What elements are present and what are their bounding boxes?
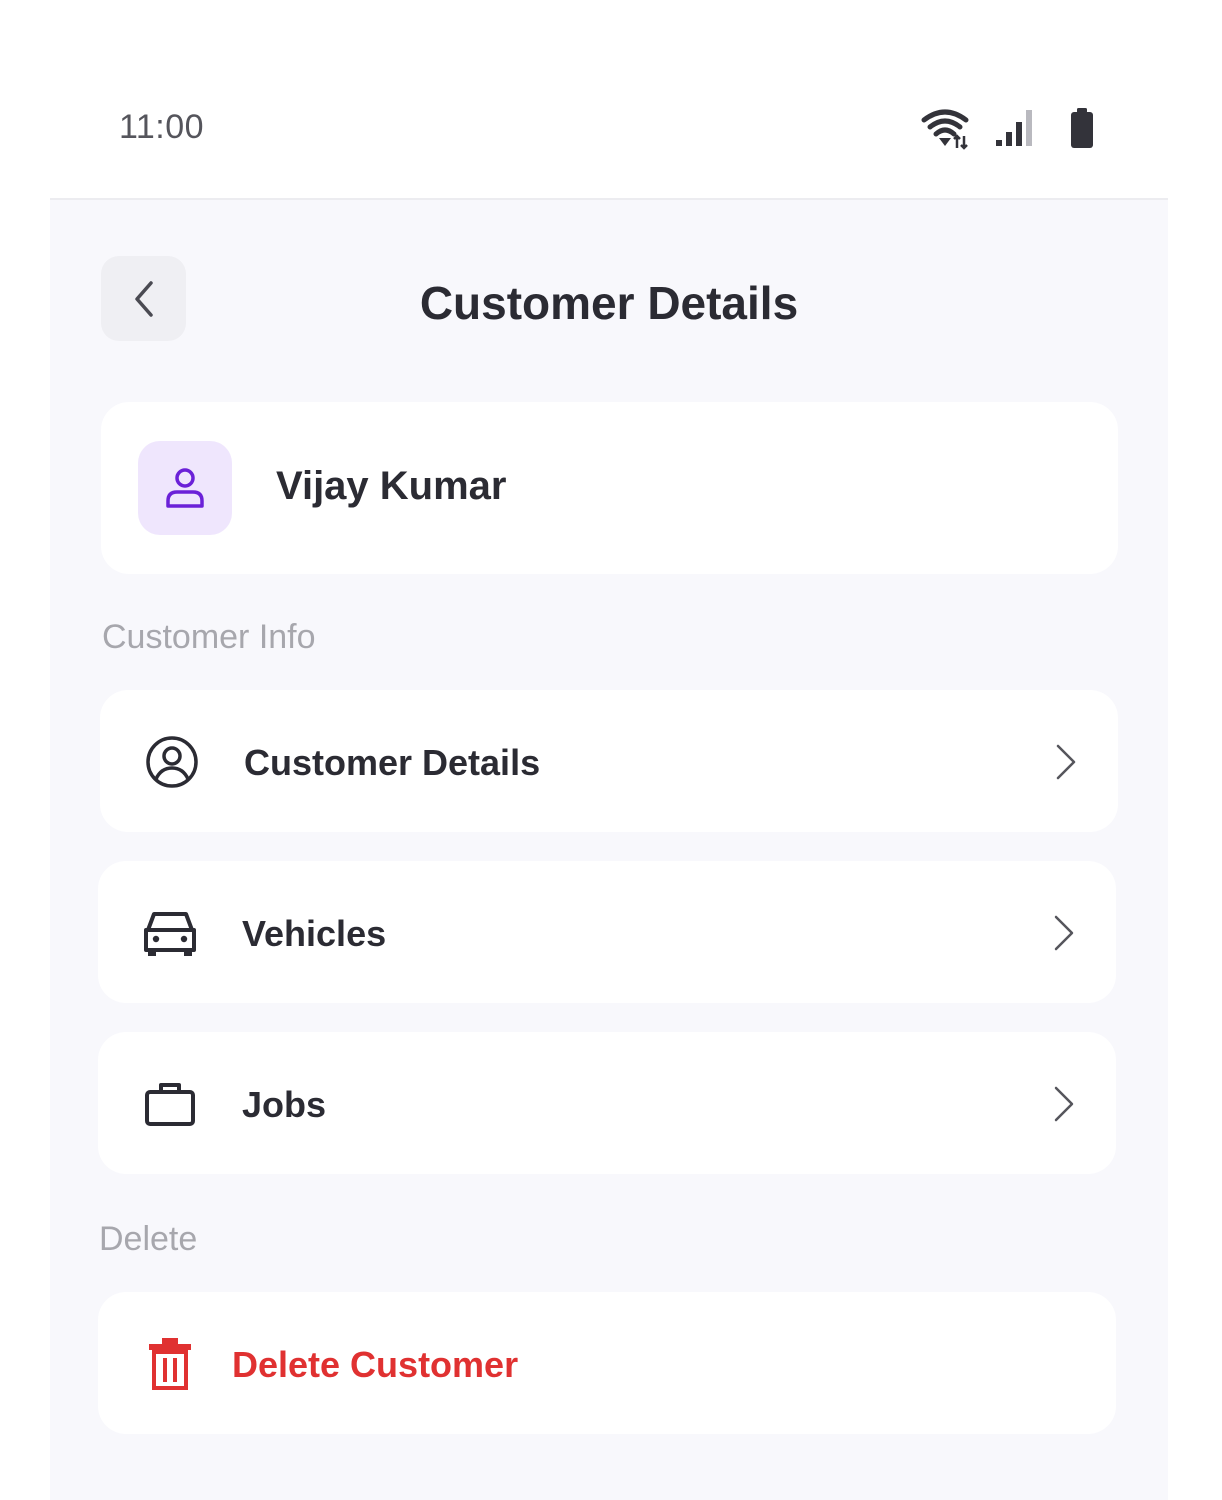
wifi-icon <box>921 109 969 150</box>
row-icon-wrapper <box>142 905 198 961</box>
menu-item-label: Customer Details <box>244 742 541 783</box>
section-label-delete: Delete <box>99 1220 198 1258</box>
trash-icon <box>149 1338 191 1390</box>
customer-details-screen: Customer Details Vijay Kumar Customer In… <box>50 198 1168 1500</box>
menu-item-jobs[interactable]: Jobs <box>98 1032 1116 1174</box>
row-icon-wrapper <box>142 1336 198 1392</box>
battery-icon <box>1071 108 1093 148</box>
user-circle-icon <box>146 736 198 788</box>
briefcase-icon <box>145 1083 195 1126</box>
menu-item-customer-details[interactable]: Customer Details <box>100 690 1118 832</box>
chevron-right-icon <box>1054 1086 1074 1122</box>
row-icon-wrapper <box>144 734 200 790</box>
profile-card: Vijay Kumar <box>101 402 1118 574</box>
signal-icon <box>996 110 1032 146</box>
delete-customer-label: Delete Customer <box>232 1344 519 1385</box>
avatar <box>138 441 232 535</box>
car-icon <box>144 912 196 956</box>
section-label-customer-info: Customer Info <box>102 618 316 656</box>
status-time: 11:00 <box>119 108 205 146</box>
chevron-right-icon <box>1054 915 1074 951</box>
row-icon-wrapper <box>142 1076 198 1132</box>
customer-name: Vijay Kumar <box>276 464 507 508</box>
user-icon <box>166 468 204 508</box>
menu-item-label: Jobs <box>242 1084 327 1125</box>
menu-item-label: Vehicles <box>242 913 387 954</box>
chevron-right-icon <box>1056 744 1076 780</box>
status-bar: 11:00 <box>0 0 1222 198</box>
page-title: Customer Details <box>419 277 799 329</box>
menu-item-vehicles[interactable]: Vehicles <box>98 861 1116 1003</box>
delete-customer-button[interactable]: Delete Customer <box>98 1292 1116 1434</box>
